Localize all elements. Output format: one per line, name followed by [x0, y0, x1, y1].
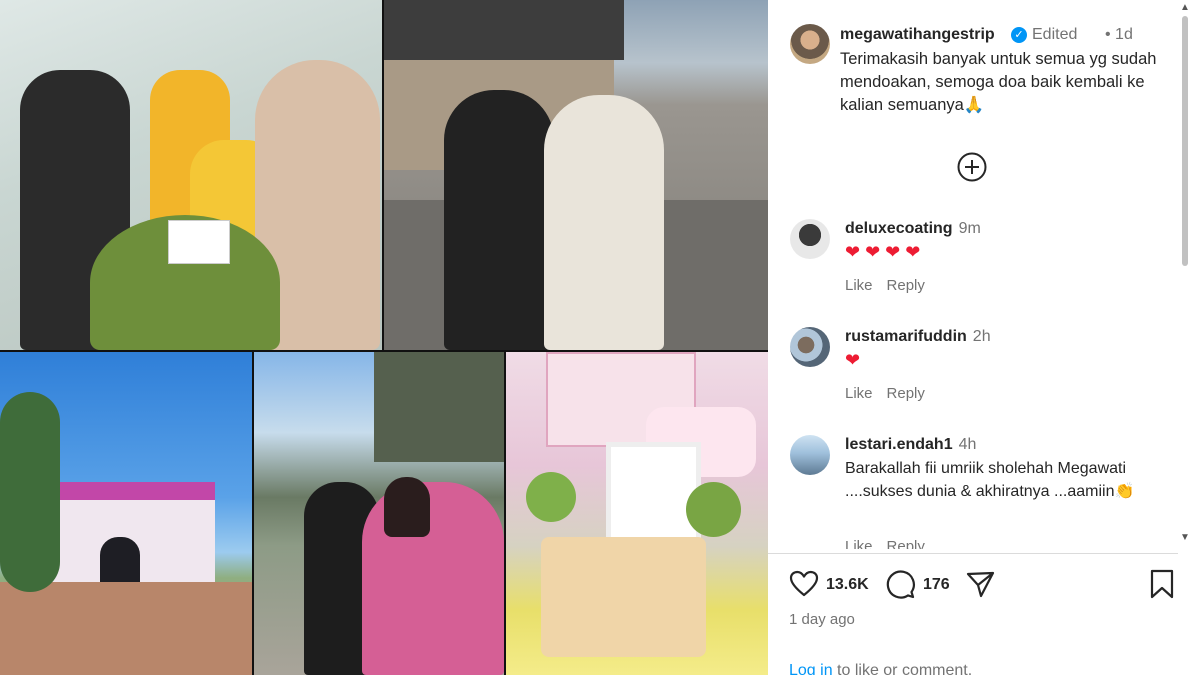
photo-food-truck — [0, 352, 252, 675]
commenter-avatar[interactable] — [790, 219, 830, 259]
verified-icon: ✓ — [1011, 27, 1027, 43]
comments-scrollbar[interactable]: ▲ ▼ — [1176, 0, 1194, 552]
comment-header: lestari.endah1 4h — [845, 436, 976, 454]
comment-time: 9m — [958, 220, 981, 237]
comment-header: rustamarifuddin 2h — [845, 328, 991, 346]
login-prompt-text: to like or comment. — [832, 662, 973, 675]
comment-actions: Like Reply — [845, 277, 939, 294]
bookmark-icon[interactable] — [1148, 568, 1176, 600]
scroll-up-icon[interactable]: ▲ — [1179, 2, 1191, 14]
post-age: 1 day ago — [789, 611, 855, 628]
comment-icon[interactable] — [884, 568, 916, 600]
heart-outline-icon[interactable] — [788, 568, 820, 600]
divider — [768, 553, 1178, 554]
commenter-avatar[interactable] — [790, 435, 830, 475]
login-link[interactable]: Log in — [789, 662, 833, 675]
photo-cake-gift-table — [506, 352, 768, 675]
edited-label: Edited — [1032, 26, 1078, 43]
share-icon[interactable] — [964, 568, 996, 600]
comment-hearts: ❤ — [845, 350, 866, 370]
comment-username[interactable]: deluxecoating — [845, 220, 953, 237]
photo-couple-selfie-park — [254, 352, 504, 675]
photo-collage — [0, 0, 768, 675]
comment-actions: Like Reply — [845, 385, 939, 402]
comment-time: 4h — [958, 436, 977, 453]
like-count[interactable]: 13.6K — [826, 576, 869, 594]
comment-item: rustamarifuddin 2h ❤ Like Reply — [768, 322, 1178, 422]
post-time: • 1d — [1105, 26, 1133, 43]
commenter-avatar[interactable] — [790, 327, 830, 367]
comment-hearts: ❤❤❤❤ — [845, 242, 926, 262]
author-avatar[interactable] — [790, 24, 830, 64]
comment-reply-button[interactable]: Reply — [887, 277, 925, 294]
comment-count[interactable]: 176 — [923, 576, 950, 594]
scroll-thumb[interactable] — [1182, 16, 1188, 266]
comment-username[interactable]: rustamarifuddin — [845, 328, 967, 345]
post-caption: Terimakasih banyak untuk semua yg sudah … — [840, 50, 1157, 114]
comment-username[interactable]: lestari.endah1 — [845, 436, 953, 453]
post-header: megawatihangestrip ✓ Edited • 1d Terimak… — [768, 0, 1178, 150]
comment-time: 2h — [972, 328, 991, 345]
photo-couple-hanok-street — [384, 0, 768, 350]
photo-family-birthday — [0, 0, 382, 350]
comment-header: deluxecoating 9m — [845, 220, 981, 238]
comment-item: deluxecoating 9m ❤❤❤❤ Like Reply — [768, 214, 1178, 314]
scroll-down-icon[interactable]: ▼ — [1179, 532, 1191, 544]
comment-text: Barakallah fii umriik sholehah Megawati … — [845, 460, 1135, 500]
login-prompt: Log in to like or comment. — [789, 662, 972, 675]
author-username[interactable]: megawatihangestrip — [840, 26, 995, 44]
comment-like-button[interactable]: Like — [845, 277, 873, 294]
add-circle-icon[interactable] — [956, 151, 988, 183]
comment-reply-button[interactable]: Reply — [887, 385, 925, 402]
post-action-bar: 13.6K 176 — [768, 560, 1178, 610]
comment-item: lestari.endah1 4h Barakallah fii umriik s… — [768, 430, 1178, 555]
comment-like-button[interactable]: Like — [845, 385, 873, 402]
